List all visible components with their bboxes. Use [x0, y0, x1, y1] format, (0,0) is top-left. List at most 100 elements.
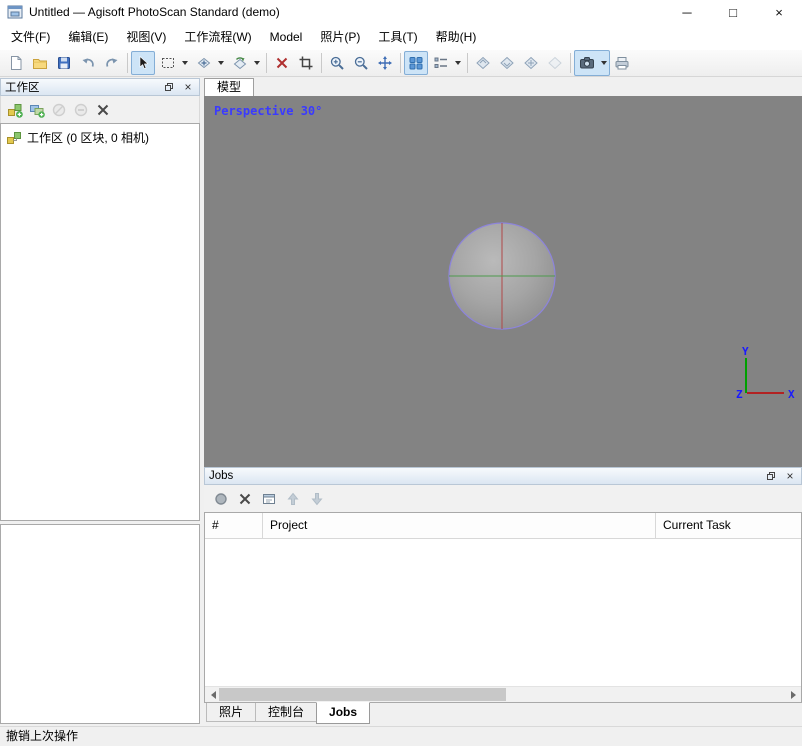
rectangle-selection-dropdown[interactable] — [180, 51, 190, 75]
workspace-panel-titlebar: 工作区 × — [0, 78, 200, 96]
tab-jobs[interactable]: Jobs — [316, 702, 370, 724]
undo-icon — [80, 55, 96, 71]
add-photos-button[interactable] — [29, 102, 45, 118]
float-icon — [766, 471, 776, 481]
up-arrow-icon — [285, 491, 301, 507]
toolbar-separator — [266, 53, 267, 73]
menu-view[interactable]: 视图(V) — [117, 26, 175, 48]
add-photos-icon — [29, 102, 45, 118]
workspace-panel-title: 工作区 — [5, 79, 40, 95]
app-icon — [7, 4, 23, 20]
cursor-icon — [135, 55, 151, 71]
column-header-project[interactable]: Project — [263, 513, 656, 538]
diamond-icon — [523, 55, 539, 71]
axis-x-label: X — [788, 388, 795, 401]
viewport-tabbar: 模型 — [204, 78, 254, 97]
diamond-icon — [547, 55, 563, 71]
menu-file[interactable]: 文件(F) — [2, 26, 59, 48]
close-panel-button[interactable]: × — [181, 80, 195, 94]
title-bar: Untitled — Agisoft PhotoScan Standard (d… — [0, 0, 802, 24]
export-job-button[interactable] — [261, 491, 277, 507]
menu-help[interactable]: 帮助(H) — [427, 26, 486, 48]
column-header-current-task[interactable]: Current Task — [656, 513, 801, 538]
details-view-button[interactable] — [428, 50, 464, 76]
remove-button[interactable] — [73, 102, 89, 118]
x-icon — [95, 102, 111, 118]
menu-bar: 文件(F) 编辑(E) 视图(V) 工作流程(W) Model 照片(P) 工具… — [0, 24, 802, 50]
view-toggle-1-button[interactable] — [471, 51, 495, 75]
down-arrow-icon — [309, 491, 325, 507]
scrollbar-thumb[interactable] — [219, 688, 506, 701]
menu-model[interactable]: Model — [261, 26, 312, 48]
move-down-button[interactable] — [309, 491, 325, 507]
model-viewport[interactable]: Perspective 30° Y X Z — [204, 96, 802, 467]
menu-workflow[interactable]: 工作流程(W) — [175, 26, 260, 48]
tab-photos[interactable]: 照片 — [206, 703, 256, 722]
view-toggle-3-button[interactable] — [519, 51, 543, 75]
show-photos-dropdown[interactable] — [599, 51, 609, 75]
view-toggle-4-button[interactable] — [543, 51, 567, 75]
view-toggle-2-button[interactable] — [495, 51, 519, 75]
tab-console[interactable]: 控制台 — [255, 703, 317, 722]
thumbnails-view-button[interactable] — [404, 51, 428, 75]
menu-tools[interactable]: 工具(T) — [369, 26, 426, 48]
toolbar-separator — [570, 53, 571, 73]
axis-z-label: Z — [736, 388, 743, 401]
show-photos-button[interactable] — [574, 50, 610, 76]
stop-job-button[interactable] — [213, 491, 229, 507]
close-jobs-button[interactable]: × — [783, 469, 797, 483]
menu-photo[interactable]: 照片(P) — [311, 26, 369, 48]
reset-selection-button[interactable] — [270, 51, 294, 75]
crop-button[interactable] — [294, 51, 318, 75]
new-document-button[interactable] — [4, 51, 28, 75]
workspace-tree-root[interactable]: 工作区 (0 区块, 0 相机) — [1, 124, 199, 146]
zoom-in-button[interactable] — [325, 51, 349, 75]
open-button[interactable] — [28, 51, 52, 75]
toolbar-separator — [400, 53, 401, 73]
rectangle-selection-button[interactable] — [155, 50, 191, 76]
zoom-out-icon — [353, 55, 369, 71]
window-controls: ─ □ × — [664, 0, 802, 24]
add-chunk-button[interactable] — [7, 102, 23, 118]
undo-button[interactable] — [76, 51, 100, 75]
zoom-in-icon — [329, 55, 345, 71]
redo-button[interactable] — [100, 51, 124, 75]
chunk-icon — [6, 130, 22, 146]
crop-icon — [298, 55, 314, 71]
chevron-down-icon — [601, 61, 607, 65]
save-button[interactable] — [52, 51, 76, 75]
status-bar: 撤销上次操作 — [0, 726, 802, 746]
red-x-icon — [274, 55, 290, 71]
move-region-button[interactable] — [191, 50, 227, 76]
zoom-out-button[interactable] — [349, 51, 373, 75]
maximize-button[interactable]: □ — [710, 0, 756, 24]
workspace-toolbar — [0, 96, 200, 123]
print-button[interactable] — [610, 51, 634, 75]
minimize-button[interactable]: ─ — [664, 0, 710, 24]
jobs-panel-title: Jobs — [209, 470, 233, 482]
stop-circle-icon — [213, 491, 229, 507]
delete-job-button[interactable] — [237, 491, 253, 507]
scroll-right-button[interactable] — [785, 687, 801, 702]
rotate-region-dropdown[interactable] — [252, 51, 262, 75]
window-title: Untitled — Agisoft PhotoScan Standard (d… — [29, 5, 280, 19]
float-jobs-button[interactable] — [764, 469, 778, 483]
list-icon — [433, 55, 449, 71]
move-up-button[interactable] — [285, 491, 301, 507]
photos-pane[interactable] — [0, 524, 200, 724]
pan-button[interactable] — [373, 51, 397, 75]
delete-button[interactable] — [95, 102, 111, 118]
column-header-index[interactable]: # — [205, 513, 263, 538]
jobs-table: # Project Current Task — [204, 512, 802, 703]
enable-button[interactable] — [51, 102, 67, 118]
navigation-button[interactable] — [131, 51, 155, 75]
float-panel-button[interactable] — [162, 80, 176, 94]
move-region-dropdown[interactable] — [216, 51, 226, 75]
jobs-table-body[interactable] — [205, 539, 801, 686]
menu-edit[interactable]: 编辑(E) — [59, 26, 117, 48]
details-view-dropdown[interactable] — [453, 51, 463, 75]
rotate-region-button[interactable] — [227, 50, 263, 76]
horizontal-scrollbar[interactable] — [205, 686, 801, 702]
tab-model[interactable]: 模型 — [204, 78, 254, 97]
close-button[interactable]: × — [756, 0, 802, 24]
